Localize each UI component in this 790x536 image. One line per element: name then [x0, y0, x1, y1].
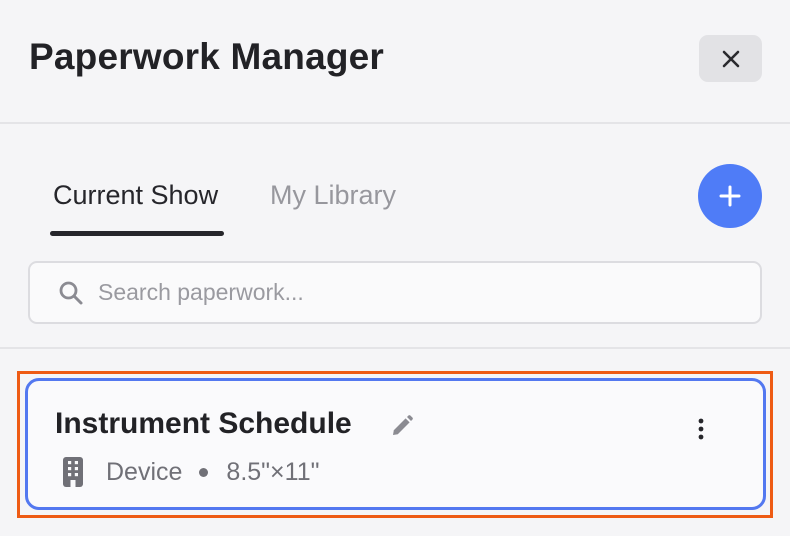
active-tab-indicator	[50, 231, 224, 236]
meta-separator	[199, 467, 209, 477]
plus-icon	[719, 185, 741, 207]
panel-title: Paperwork Manager	[29, 36, 385, 77]
paperwork-manager-panel: Paperwork Manager Current Show My Librar…	[0, 0, 790, 536]
tab-my-library[interactable]: My Library	[270, 180, 396, 211]
paperwork-card[interactable]: Instrument Schedule Device 8.5"×11"	[25, 378, 766, 510]
close-button[interactable]	[699, 35, 762, 82]
pencil-icon[interactable]	[390, 414, 414, 438]
paperwork-meta: Device 8.5"×11"	[63, 455, 319, 489]
paperwork-size: 8.5"×11"	[226, 457, 320, 486]
tab-current-show[interactable]: Current Show	[53, 180, 218, 211]
search-box	[28, 261, 762, 324]
section-divider	[0, 347, 790, 349]
close-icon	[722, 50, 739, 67]
more-vertical-icon[interactable]	[696, 417, 706, 441]
add-paperwork-button[interactable]	[698, 164, 762, 228]
device-icon	[63, 457, 83, 487]
search-input[interactable]	[98, 263, 738, 322]
paperwork-title: Instrument Schedule	[55, 407, 352, 440]
search-icon	[59, 281, 83, 305]
panel-header: Paperwork Manager	[0, 0, 790, 124]
paperwork-type: Device	[106, 457, 183, 486]
tab-bar: Current Show My Library	[0, 124, 790, 236]
